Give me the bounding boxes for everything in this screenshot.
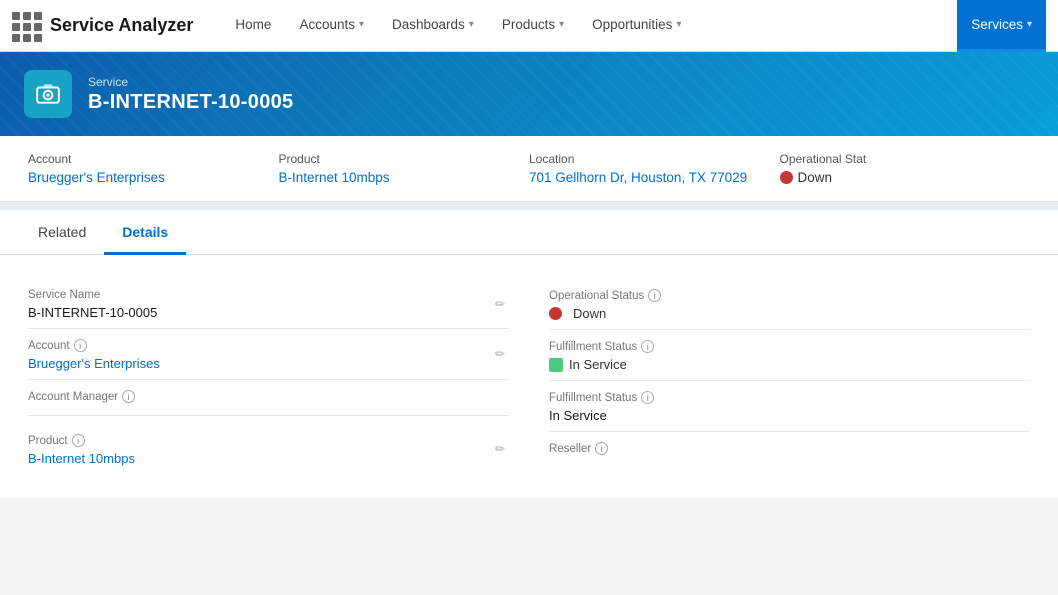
info-icon: i: [595, 442, 608, 455]
hero-record-name: B-INTERNET-10-0005: [88, 91, 293, 114]
product-link[interactable]: B-Internet 10mbps: [279, 170, 390, 185]
summary-product-label: Product: [279, 152, 506, 166]
detail-right-column: Operational Status i Down Fulfillment St…: [549, 279, 1030, 474]
summary-location-label: Location: [529, 152, 756, 166]
nav-items: Home Accounts ▾ Dashboards ▾ Products ▾ …: [221, 0, 1046, 52]
location-link[interactable]: 701 Gellhorn Dr, Houston, TX 77029: [529, 170, 747, 185]
chevron-down-icon: ▾: [469, 19, 474, 30]
top-navigation: Service Analyzer Home Accounts ▾ Dashboa…: [0, 0, 1058, 52]
product-value[interactable]: B-Internet 10mbps: [28, 451, 509, 466]
app-launcher-icon[interactable]: [12, 12, 40, 40]
summary-account-label: Account: [28, 152, 255, 166]
service-icon-svg: [35, 81, 61, 107]
green-square-icon: [549, 358, 563, 372]
detail-content: Service Name B-INTERNET-10-0005 ✏ Accoun…: [0, 255, 1058, 498]
product-label: Product i: [28, 434, 509, 447]
field-fulfillment-status-2: Fulfillment Status i In Service: [549, 381, 1030, 432]
info-icon: i: [72, 434, 85, 447]
account-manager-label: Account Manager i: [28, 390, 509, 403]
summary-op-status-label: Operational Stat: [780, 152, 1007, 166]
summary-product-value: B-Internet 10mbps: [279, 170, 506, 185]
field-fulfillment-status-1: Fulfillment Status i In Service: [549, 330, 1030, 381]
chevron-down-icon: ▾: [559, 19, 564, 30]
nav-opportunities[interactable]: Opportunities ▾: [578, 0, 695, 52]
field-service-name: Service Name B-INTERNET-10-0005 ✏: [28, 279, 509, 329]
nav-home[interactable]: Home: [221, 0, 285, 52]
nav-accounts[interactable]: Accounts ▾: [285, 0, 378, 52]
tabs-bar: Related Details: [0, 210, 1058, 255]
summary-location-value: 701 Gellhorn Dr, Houston, TX 77029: [529, 170, 756, 185]
tab-related[interactable]: Related: [20, 210, 104, 255]
field-reseller: Reseller i: [549, 432, 1030, 467]
record-hero: Service B-INTERNET-10-0005: [0, 52, 1058, 136]
field-account: Account i Bruegger's Enterprises ✏: [28, 329, 509, 380]
summary-product: Product B-Internet 10mbps: [279, 152, 530, 185]
tab-details[interactable]: Details: [104, 210, 186, 255]
edit-icon[interactable]: ✏: [495, 442, 505, 456]
info-icon: i: [74, 339, 87, 352]
summary-location: Location 701 Gellhorn Dr, Houston, TX 77…: [529, 152, 780, 185]
summary-row: Account Bruegger's Enterprises Product B…: [0, 136, 1058, 202]
section-divider: [0, 202, 1058, 210]
detail-left-column: Service Name B-INTERNET-10-0005 ✏ Accoun…: [28, 279, 509, 474]
fulfillment-status-2-value: In Service: [549, 408, 1030, 423]
account-label: Account i: [28, 339, 509, 352]
chevron-down-icon: ▾: [359, 19, 364, 30]
edit-icon[interactable]: ✏: [495, 347, 505, 361]
fulfillment-status-1-value: In Service: [549, 357, 1030, 372]
info-icon: i: [641, 391, 654, 404]
summary-op-status-value: Down: [780, 170, 1007, 185]
account-value[interactable]: Bruegger's Enterprises: [28, 356, 509, 371]
chevron-down-icon: ▾: [676, 19, 681, 30]
field-operational-status: Operational Status i Down: [549, 279, 1030, 330]
fulfillment-status-2-label: Fulfillment Status i: [549, 391, 1030, 404]
app-title: Service Analyzer: [50, 15, 193, 36]
nav-services[interactable]: Services ▾: [957, 0, 1046, 52]
status-dot-red: [549, 307, 562, 320]
nav-dashboards[interactable]: Dashboards ▾: [378, 0, 488, 52]
status-dot-red: [780, 171, 793, 184]
service-name-label: Service Name: [28, 289, 509, 301]
service-name-value: B-INTERNET-10-0005: [28, 305, 509, 320]
edit-icon[interactable]: ✏: [495, 297, 505, 311]
field-product: Product i B-Internet 10mbps ✏: [28, 424, 509, 474]
account-link[interactable]: Bruegger's Enterprises: [28, 170, 165, 185]
nav-products[interactable]: Products ▾: [488, 0, 578, 52]
hero-object-type: Service: [88, 75, 293, 89]
summary-operational-status: Operational Stat Down: [780, 152, 1031, 185]
fulfillment-status-1-label: Fulfillment Status i: [549, 340, 1030, 353]
service-icon: [24, 70, 72, 118]
op-status-text: Down: [798, 170, 833, 185]
summary-account: Account Bruegger's Enterprises: [28, 152, 279, 185]
chevron-down-icon: ▾: [1027, 19, 1032, 30]
info-icon: i: [641, 340, 654, 353]
hero-text: Service B-INTERNET-10-0005: [88, 75, 293, 114]
info-icon: i: [122, 390, 135, 403]
summary-account-value: Bruegger's Enterprises: [28, 170, 255, 185]
op-status-label: Operational Status i: [549, 289, 1030, 302]
field-account-manager: Account Manager i: [28, 380, 509, 416]
op-status-value: Down: [549, 306, 1030, 321]
info-icon: i: [648, 289, 661, 302]
reseller-label: Reseller i: [549, 442, 1030, 455]
